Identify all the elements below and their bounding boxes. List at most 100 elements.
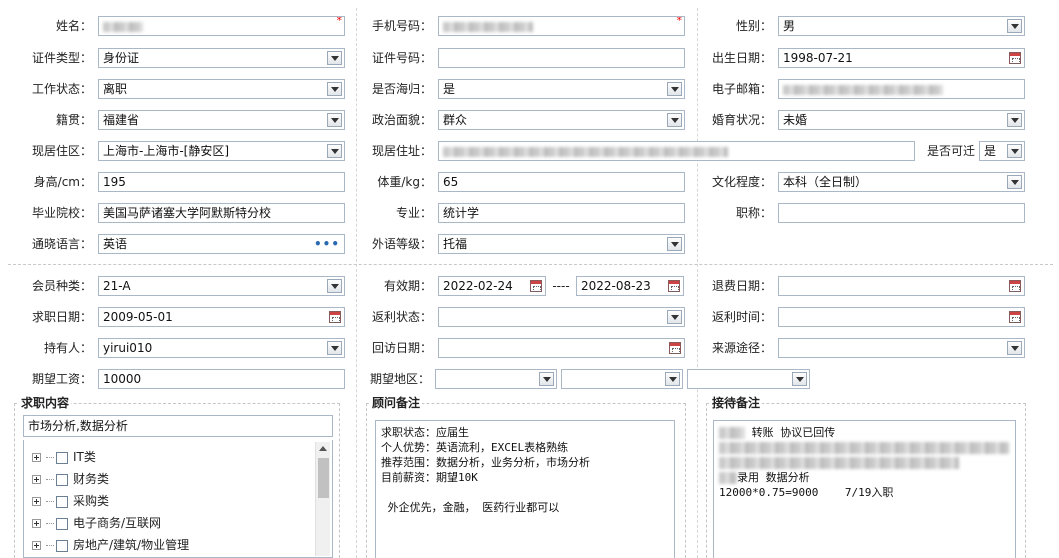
job-date-label: 求职日期： xyxy=(31,310,92,324)
returnee-value: 是 xyxy=(443,82,456,96)
native-select[interactable]: 福建省 xyxy=(98,110,345,130)
valid-to-field[interactable]: 2022-08-23 xyxy=(576,276,684,296)
rebate-status-select[interactable] xyxy=(438,307,685,327)
region-select-2[interactable] xyxy=(561,369,683,389)
category-checkbox[interactable] xyxy=(56,539,68,552)
rebate-time-field[interactable] xyxy=(778,307,1025,327)
chevron-down-icon[interactable] xyxy=(539,372,554,386)
height-field[interactable]: 195 xyxy=(98,172,345,192)
workstatus-select[interactable]: 离职 xyxy=(98,79,345,99)
category-label: 电子商务/互联网 xyxy=(73,516,162,530)
language-value: 英语 xyxy=(103,237,128,251)
weight-field[interactable]: 65 xyxy=(438,172,685,192)
expand-icon[interactable] xyxy=(32,453,41,462)
idtype-select[interactable]: 身份证 xyxy=(98,48,345,68)
residence-select[interactable]: 上海市-上海市-[静安区] xyxy=(98,141,345,161)
chevron-down-icon[interactable] xyxy=(327,82,342,96)
marital-select[interactable]: 未婚 xyxy=(778,110,1025,130)
redacted-text xyxy=(783,84,943,95)
major-field[interactable]: 统计学 xyxy=(438,203,685,223)
category-checkbox[interactable] xyxy=(56,517,68,530)
school-label: 毕业院校： xyxy=(31,206,92,220)
holder-select[interactable]: yirui010 xyxy=(98,338,345,358)
chevron-down-icon[interactable] xyxy=(665,372,680,386)
langlevel-label: 外语等级： xyxy=(371,237,432,251)
email-field[interactable] xyxy=(778,79,1025,99)
job-selected-field[interactable]: 市场分析,数据分析 xyxy=(23,415,333,437)
job-category-tree[interactable]: IT类 财务类 采购类 电子商务/互联网 房地产/建筑/物业管理 xyxy=(23,440,333,558)
salary-field[interactable]: 10000 xyxy=(98,369,345,389)
more-options-icon[interactable]: ••• xyxy=(314,235,340,253)
source-select[interactable] xyxy=(778,338,1025,358)
chevron-down-icon[interactable] xyxy=(667,237,682,251)
returnee-select[interactable]: 是 xyxy=(438,79,685,99)
chevron-down-icon[interactable] xyxy=(1007,341,1022,355)
idno-field[interactable] xyxy=(438,48,685,68)
langlevel-select[interactable]: 托福 xyxy=(438,234,685,254)
calendar-icon[interactable] xyxy=(1009,280,1021,292)
scroll-thumb[interactable] xyxy=(318,458,329,498)
relocate-select[interactable]: 是 xyxy=(979,141,1025,161)
chevron-down-icon[interactable] xyxy=(1007,175,1022,189)
chevron-down-icon[interactable] xyxy=(792,372,807,386)
calendar-icon[interactable] xyxy=(329,311,341,323)
education-select[interactable]: 本科（全日制） xyxy=(778,172,1025,192)
chevron-down-icon[interactable] xyxy=(327,51,342,65)
expand-icon[interactable] xyxy=(32,475,41,484)
reception-notes-textarea[interactable]: 转账 协议已回传 录用 数据分析 12000*0.75=9000 7/19入职 xyxy=(713,420,1016,558)
category-checkbox[interactable] xyxy=(56,495,68,508)
region-select-1[interactable] xyxy=(435,369,557,389)
visit-date-field[interactable] xyxy=(438,338,685,358)
chevron-down-icon[interactable] xyxy=(667,113,682,127)
category-checkbox[interactable] xyxy=(56,451,68,464)
expand-icon[interactable] xyxy=(32,519,41,528)
consultant-notes-textarea[interactable]: 求职状态：应届生 个人优势：英语流利，EXCEL表格熟练 推荐范围：数据分析，业… xyxy=(375,420,675,558)
tree-item[interactable]: 电子商务/互联网 xyxy=(24,512,332,534)
name-field[interactable]: * xyxy=(98,16,345,36)
language-field[interactable]: 英语 ••• xyxy=(98,234,345,254)
category-checkbox[interactable] xyxy=(56,473,68,486)
scrollbar[interactable] xyxy=(315,442,330,556)
redacted-text xyxy=(719,457,959,469)
title-field[interactable] xyxy=(778,203,1025,223)
chevron-down-icon[interactable] xyxy=(327,341,342,355)
calendar-icon[interactable] xyxy=(669,342,681,354)
source-label: 来源途径： xyxy=(711,341,772,355)
gender-select[interactable]: 男 xyxy=(778,16,1025,36)
calendar-icon[interactable] xyxy=(530,280,542,292)
birth-label: 出生日期： xyxy=(711,51,772,65)
school-field[interactable]: 美国马萨诸塞大学阿默斯特分校 xyxy=(98,203,345,223)
region-select-3[interactable] xyxy=(687,369,810,389)
chevron-down-icon[interactable] xyxy=(327,144,342,158)
valid-from-field[interactable]: 2022-02-24 xyxy=(438,276,546,296)
chevron-down-icon[interactable] xyxy=(1007,144,1022,158)
expand-icon[interactable] xyxy=(32,541,41,550)
refund-date-field[interactable] xyxy=(778,276,1025,296)
chevron-down-icon[interactable] xyxy=(327,279,342,293)
scroll-up-icon[interactable] xyxy=(319,446,327,451)
calendar-icon[interactable] xyxy=(668,280,680,292)
calendar-icon[interactable] xyxy=(1009,52,1021,64)
category-label: IT类 xyxy=(73,450,96,464)
education-value: 本科（全日制） xyxy=(783,175,868,189)
workstatus-label: 工作状态： xyxy=(31,82,92,96)
phone-field[interactable]: * xyxy=(438,16,685,36)
political-label: 政治面貌： xyxy=(371,113,432,127)
calendar-icon[interactable] xyxy=(1009,311,1021,323)
address-field[interactable] xyxy=(438,141,915,161)
tree-item[interactable]: IT类 xyxy=(24,446,332,468)
expand-icon[interactable] xyxy=(32,497,41,506)
tree-item[interactable]: 房地产/建筑/物业管理 xyxy=(24,534,332,556)
chevron-down-icon[interactable] xyxy=(667,310,682,324)
chevron-down-icon[interactable] xyxy=(1007,113,1022,127)
chevron-down-icon[interactable] xyxy=(1007,19,1022,33)
tree-item[interactable]: 财务类 xyxy=(24,468,332,490)
tree-item[interactable]: 采购类 xyxy=(24,490,332,512)
birth-field[interactable]: 1998-07-21 xyxy=(778,48,1025,68)
note-line: 12000*0.75=9000 7/19入职 xyxy=(719,486,894,499)
member-type-select[interactable]: 21-A xyxy=(98,276,345,296)
chevron-down-icon[interactable] xyxy=(327,113,342,127)
chevron-down-icon[interactable] xyxy=(667,82,682,96)
job-date-field[interactable]: 2009-05-01 xyxy=(98,307,345,327)
political-select[interactable]: 群众 xyxy=(438,110,685,130)
